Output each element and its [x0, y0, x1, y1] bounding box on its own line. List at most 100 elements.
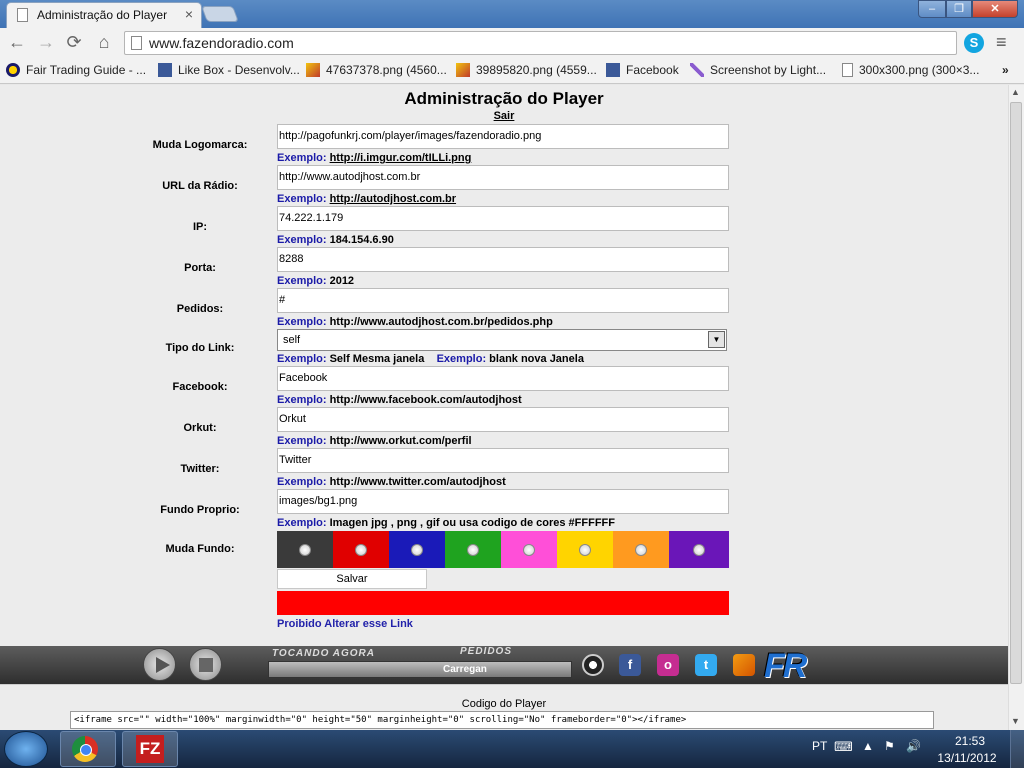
bookmark-item[interactable]: 39895820.png (4559... — [456, 61, 597, 79]
scroll-down-icon[interactable]: ▼ — [1011, 716, 1020, 726]
home-icon[interactable]: ⌂ — [93, 32, 115, 53]
show-desktop-button[interactable] — [1010, 730, 1024, 768]
radio-button[interactable] — [523, 543, 535, 556]
swatch-5[interactable] — [557, 531, 613, 568]
scrollbar-thumb[interactable] — [1010, 102, 1022, 684]
radio-button[interactable] — [579, 543, 591, 556]
new-tab-button[interactable] — [201, 6, 239, 22]
language-indicator[interactable]: PT — [812, 739, 827, 753]
twitter-icon[interactable]: t — [695, 654, 717, 676]
swatch-1[interactable] — [333, 531, 389, 568]
facebook-icon — [606, 63, 620, 77]
port-hint: Exemplo: 2012 — [277, 275, 355, 287]
keyboard-icon[interactable]: ⌨ — [834, 739, 853, 755]
bookmark-item[interactable]: Facebook — [606, 61, 679, 79]
radio-url-input[interactable]: http://www.autodjhost.com.br — [277, 165, 729, 190]
tab-active[interactable]: Administração do Player × — [6, 2, 202, 28]
code-label: Codigo do Player — [461, 698, 547, 710]
ip-hint: Exemplo: 184.154.6.90 — [277, 234, 394, 246]
clock-time[interactable]: 21:53 — [942, 734, 998, 748]
image-icon — [456, 63, 470, 77]
save-button[interactable]: Salvar — [277, 569, 427, 589]
globe-icon — [6, 63, 20, 77]
logo-hint: Exemplo: http://i.imgur.com/tILLi.png — [277, 152, 472, 164]
fr-logo: FR — [764, 647, 807, 685]
logo-label: Muda Logomarca: — [152, 139, 248, 151]
filezilla-icon: FZ — [136, 735, 164, 763]
logout-link[interactable]: Sair — [0, 110, 1008, 122]
reload-icon[interactable]: ⟳ — [63, 32, 85, 53]
player-code-field[interactable]: <iframe src="" width="100%" marginwidth=… — [70, 711, 934, 729]
tray-arrow-icon[interactable]: ▲ — [862, 739, 874, 753]
skype-icon[interactable]: S — [964, 33, 984, 53]
port-input[interactable]: 8288 — [277, 247, 729, 272]
bookmark-item[interactable]: 47637378.png (4560... — [306, 61, 447, 79]
swatch-4[interactable] — [501, 531, 557, 568]
radio-button[interactable] — [299, 543, 311, 556]
minimize-button[interactable]: – — [918, 0, 946, 18]
swatch-0[interactable] — [277, 531, 333, 568]
feather-icon — [690, 63, 704, 77]
facebook-input[interactable]: Facebook — [277, 366, 729, 391]
forward-icon[interactable]: → — [35, 32, 57, 53]
swatch-7[interactable] — [669, 531, 729, 568]
now-playing-label: TOCANDO AGORA — [272, 648, 375, 659]
bookmark-item[interactable]: Like Box - Desenvolv... — [158, 61, 300, 79]
page-title: Administração do Player — [404, 89, 604, 108]
lightning-icon[interactable] — [733, 654, 755, 676]
bookmark-item[interactable]: Fair Trading Guide - ... — [6, 61, 146, 79]
swatch-6[interactable] — [613, 531, 669, 568]
chevron-down-icon[interactable]: ▼ — [708, 331, 725, 348]
ip-label: IP: — [192, 221, 208, 233]
orkut-input[interactable]: Orkut — [277, 407, 729, 432]
forbidden-link[interactable]: Proibido Alterar esse Link — [277, 618, 413, 630]
bookmarks-more-icon[interactable]: » — [1002, 61, 1009, 79]
port-label: Porta: — [184, 262, 216, 274]
radio-url-example-link[interactable]: http://autodjhost.com.br — [330, 193, 456, 205]
logo-example-link[interactable]: http://i.imgur.com/tILLi.png — [330, 152, 472, 164]
start-button[interactable] — [4, 731, 48, 767]
clock-date[interactable]: 13/11/2012 — [934, 751, 1000, 765]
link-type-label: Tipo do Link: — [165, 342, 235, 354]
chrome-icon — [72, 736, 98, 762]
page-icon — [17, 8, 28, 22]
bookmark-item[interactable]: 300x300.png (300×3... — [842, 61, 979, 79]
radio-button[interactable] — [411, 543, 423, 556]
logo-input[interactable]: http://pagofunkrj.com/player/images/faze… — [277, 124, 729, 149]
bookmark-item[interactable]: Screenshot by Light... — [690, 61, 826, 79]
twitter-label: Twitter: — [180, 463, 220, 475]
radio-button[interactable] — [355, 543, 367, 556]
radio-button[interactable] — [693, 543, 705, 556]
close-window-button[interactable]: ✕ — [972, 0, 1018, 18]
scroll-up-icon[interactable]: ▲ — [1011, 87, 1020, 97]
flag-icon[interactable]: ⚑ — [884, 739, 895, 753]
stop-button[interactable] — [189, 648, 222, 681]
background-input[interactable]: images/bg1.png — [277, 489, 729, 514]
facebook-icon — [158, 63, 172, 77]
address-bar[interactable]: www.fazendoradio.com — [124, 31, 957, 55]
ip-input[interactable]: 74.222.1.179 — [277, 206, 729, 231]
swatch-3[interactable] — [445, 531, 501, 568]
orkut-label: Orkut: — [183, 422, 217, 434]
requests-button[interactable]: PEDIDOS — [460, 646, 512, 657]
radio-button[interactable] — [467, 543, 479, 556]
requests-input[interactable]: # — [277, 288, 729, 313]
media-player-icon[interactable] — [582, 654, 604, 676]
radio-button[interactable] — [635, 543, 647, 556]
facebook-icon[interactable]: f — [619, 654, 641, 676]
twitter-hint: Exemplo: http://www.twitter.com/autodjho… — [277, 476, 506, 488]
link-type-hint: Exemplo: Self Mesma janela Exemplo: blan… — [277, 353, 584, 365]
link-type-select[interactable]: self — [277, 329, 727, 351]
back-icon[interactable]: ← — [6, 32, 28, 53]
swatch-2[interactable] — [389, 531, 445, 568]
tab-close-icon[interactable]: × — [185, 6, 193, 22]
requests-hint: Exemplo: http://www.autodjhost.com.br/pe… — [277, 316, 553, 328]
play-button[interactable] — [143, 648, 176, 681]
orkut-icon[interactable]: o — [657, 654, 679, 676]
change-background-label: Muda Fundo: — [165, 543, 235, 555]
twitter-input[interactable]: Twitter — [277, 448, 729, 473]
page-icon — [842, 63, 853, 77]
menu-icon[interactable]: ≡ — [996, 32, 1007, 53]
maximize-button[interactable]: ❐ — [946, 0, 972, 18]
volume-icon[interactable]: 🔊 — [906, 739, 921, 753]
